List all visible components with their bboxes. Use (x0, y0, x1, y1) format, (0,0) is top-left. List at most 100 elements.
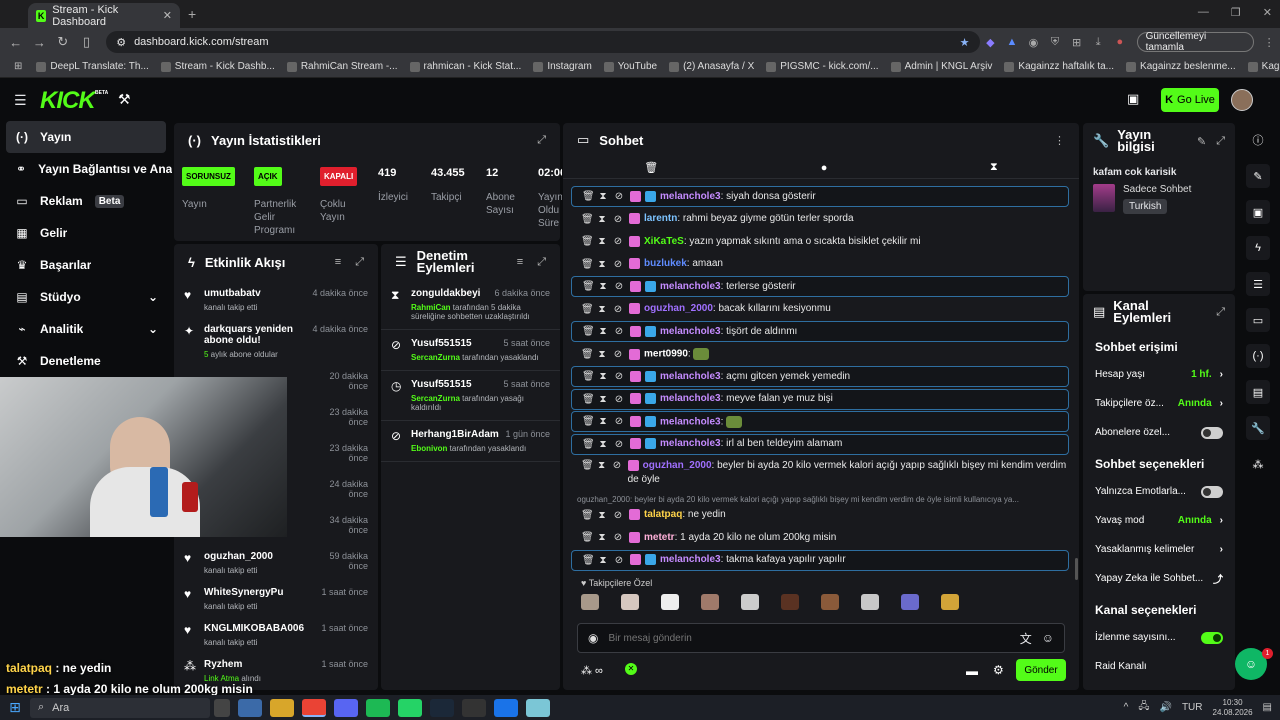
hourglass-icon[interactable]: ⧗ (598, 191, 608, 202)
discord-icon[interactable] (334, 698, 358, 717)
tools-icon[interactable]: ⚒ (118, 91, 131, 108)
bookmark-item[interactable]: Admin | KNGL Arşiv (885, 61, 999, 72)
ban-icon[interactable]: ⊘ (614, 394, 624, 405)
category-thumbnail[interactable] (1093, 184, 1115, 212)
close-window-icon[interactable]: ✕ (1263, 6, 1272, 19)
trash-icon[interactable]: 🗑 (581, 259, 594, 270)
trash-icon[interactable]: 🗑 (581, 236, 594, 247)
hourglass-icon[interactable]: ⧗ (597, 459, 606, 473)
ban-icon[interactable]: ⊘ (613, 304, 623, 315)
bookmark-item[interactable]: Kagainzz haftalık ta... (998, 61, 1120, 72)
chat-bubble-icon[interactable]: ▬ (966, 664, 978, 678)
file-explorer-icon[interactable] (270, 698, 294, 717)
browser-tab[interactable]: K Stream - Kick Dashboard ✕ (28, 3, 180, 28)
action-row[interactable]: Abonelere özel... (1083, 418, 1235, 447)
sidebar-item-trophy[interactable]: ♛ Başarılar (0, 249, 172, 281)
ban-icon[interactable]: ⊘ (613, 214, 623, 225)
trash-icon[interactable]: 🗑 (581, 510, 594, 521)
action-row[interactable]: Yavaş mod Anında › (1083, 506, 1235, 535)
sidebar-item-link[interactable]: ⚭ Yayın Bağlantısı ve Anahtarı (0, 153, 172, 185)
hourglass-icon[interactable]: ⧗ (598, 281, 608, 292)
extension-icon[interactable]: ▲ (1001, 36, 1023, 48)
chat-icon[interactable]: ▭ (1246, 308, 1270, 332)
emote-icon[interactable] (781, 594, 799, 610)
apps-grid-icon[interactable]: ⊞ (6, 61, 30, 72)
activity-user[interactable]: umutbabatv (204, 288, 322, 299)
emote-icon[interactable] (741, 594, 759, 610)
chat-username[interactable]: melancholе3 (660, 394, 721, 405)
chat-menu-icon[interactable]: ⋮ (1054, 134, 1065, 147)
sidepanel-icon[interactable]: ▯ (75, 34, 99, 50)
go-live-button[interactable]: K Go Live (1161, 88, 1219, 112)
ban-icon[interactable]: ⊘ (614, 439, 624, 450)
profile-icon[interactable]: ● (1109, 36, 1131, 48)
trash-icon[interactable]: 🗑 (582, 281, 595, 292)
ban-icon[interactable]: ⊘ (614, 191, 624, 202)
windows-start-icon[interactable]: ⊞ (0, 699, 30, 716)
app-icon[interactable] (494, 698, 518, 717)
chat-input[interactable]: ◉ 文 ☺ (577, 623, 1065, 653)
category-name[interactable]: Sadece Sohbet (1123, 184, 1191, 195)
taskbar-search[interactable]: ⌕ Ara (30, 697, 210, 718)
hourglass-icon[interactable]: ⧗ (597, 349, 607, 360)
trash-icon[interactable]: 🗑 (581, 459, 594, 473)
chat-username[interactable]: melancholе3 (660, 326, 721, 337)
edit-icon[interactable]: ✎ (1246, 164, 1270, 188)
forward-icon[interactable]: → (28, 35, 52, 50)
lightning-icon[interactable]: ϟ (1246, 236, 1270, 260)
trash-icon[interactable]: 🗑 (581, 304, 594, 315)
popout-icon[interactable]: ⤢ (1216, 135, 1225, 148)
chat-username[interactable]: buzlukek (644, 259, 687, 270)
steam-icon[interactable] (430, 698, 454, 717)
emote-icon[interactable] (861, 594, 879, 610)
send-button[interactable]: Gönder (1016, 659, 1066, 681)
kick-badge-icon[interactable]: ✕ (625, 663, 637, 675)
sidebar-item-broadcast[interactable]: (·) Yayın (6, 121, 166, 153)
broadcast-icon[interactable]: (·) (1246, 344, 1270, 368)
chat-username[interactable]: melancholе3 (660, 439, 721, 450)
app-icon[interactable] (238, 698, 262, 717)
trash-icon[interactable]: 🗑 (582, 191, 595, 202)
chat-username[interactable]: talatpaq (644, 510, 682, 521)
kick-logo[interactable]: KICK (40, 87, 96, 115)
chat-username[interactable]: XiKaTeS (644, 236, 684, 247)
notifications-icon[interactable]: ▤ (1263, 702, 1272, 713)
puzzle-icon[interactable]: ⊞ (1066, 36, 1088, 49)
mod-by[interactable]: Ebonivon (411, 444, 447, 453)
trash-icon[interactable]: 🗑 (581, 214, 594, 225)
url-field[interactable]: ⚙ dashboard.kick.com/stream ★ (106, 31, 980, 53)
sidebar-item-studio[interactable]: ▤ Stüdyo ⌄ (0, 281, 172, 313)
volume-icon[interactable]: 🔊 (1159, 702, 1171, 713)
hourglass-icon[interactable]: ⧗ (597, 532, 607, 543)
emote-icon[interactable] (941, 594, 959, 610)
chat-scrollbar[interactable] (1075, 558, 1078, 580)
hourglass-icon[interactable]: ⧗ (990, 161, 998, 174)
translate-icon[interactable]: 文 (1020, 630, 1032, 647)
edit-icon[interactable]: ✎ (1197, 135, 1206, 148)
emoji-icon[interactable]: ☺ (1042, 631, 1054, 645)
ban-icon[interactable]: ⊘ (612, 459, 621, 473)
chat-username[interactable]: oguzhan_2000 (644, 304, 713, 315)
trash-icon[interactable]: 🗑 (644, 161, 658, 174)
action-row[interactable]: Takipçilere öz... Anında › (1083, 389, 1235, 418)
ban-icon[interactable]: ⊘ (613, 236, 623, 247)
infinity-icon[interactable]: ⁂ ∞ (581, 664, 603, 677)
actions-icon[interactable]: ▤ (1246, 380, 1270, 404)
ban-icon[interactable]: ⊘ (614, 555, 624, 566)
activity-user[interactable]: WhiteSynergyPu (204, 587, 322, 598)
filter-icon[interactable]: ≡ (517, 256, 523, 269)
bookmark-item[interactable]: YouTube (598, 61, 663, 72)
hourglass-icon[interactable]: ⧗ (597, 510, 607, 521)
chat-username[interactable]: mert0990 (644, 349, 688, 360)
clock[interactable]: 10:30 24.08.2026 (1213, 698, 1253, 718)
chrome-icon[interactable] (302, 698, 326, 717)
keyboard-icon[interactable]: TUR (1182, 702, 1203, 713)
site-info-icon[interactable]: ⚙ (116, 36, 126, 49)
app-icon[interactable] (526, 698, 550, 717)
bookmark-item[interactable]: Instagram (527, 61, 597, 72)
hourglass-icon[interactable]: ⧗ (597, 259, 607, 270)
trash-icon[interactable]: 🗑 (581, 349, 594, 360)
emote-icon[interactable] (661, 594, 679, 610)
bookmark-item[interactable]: DeepL Translate: Th... (30, 61, 154, 72)
chat-username[interactable]: melancholе3 (660, 416, 721, 427)
